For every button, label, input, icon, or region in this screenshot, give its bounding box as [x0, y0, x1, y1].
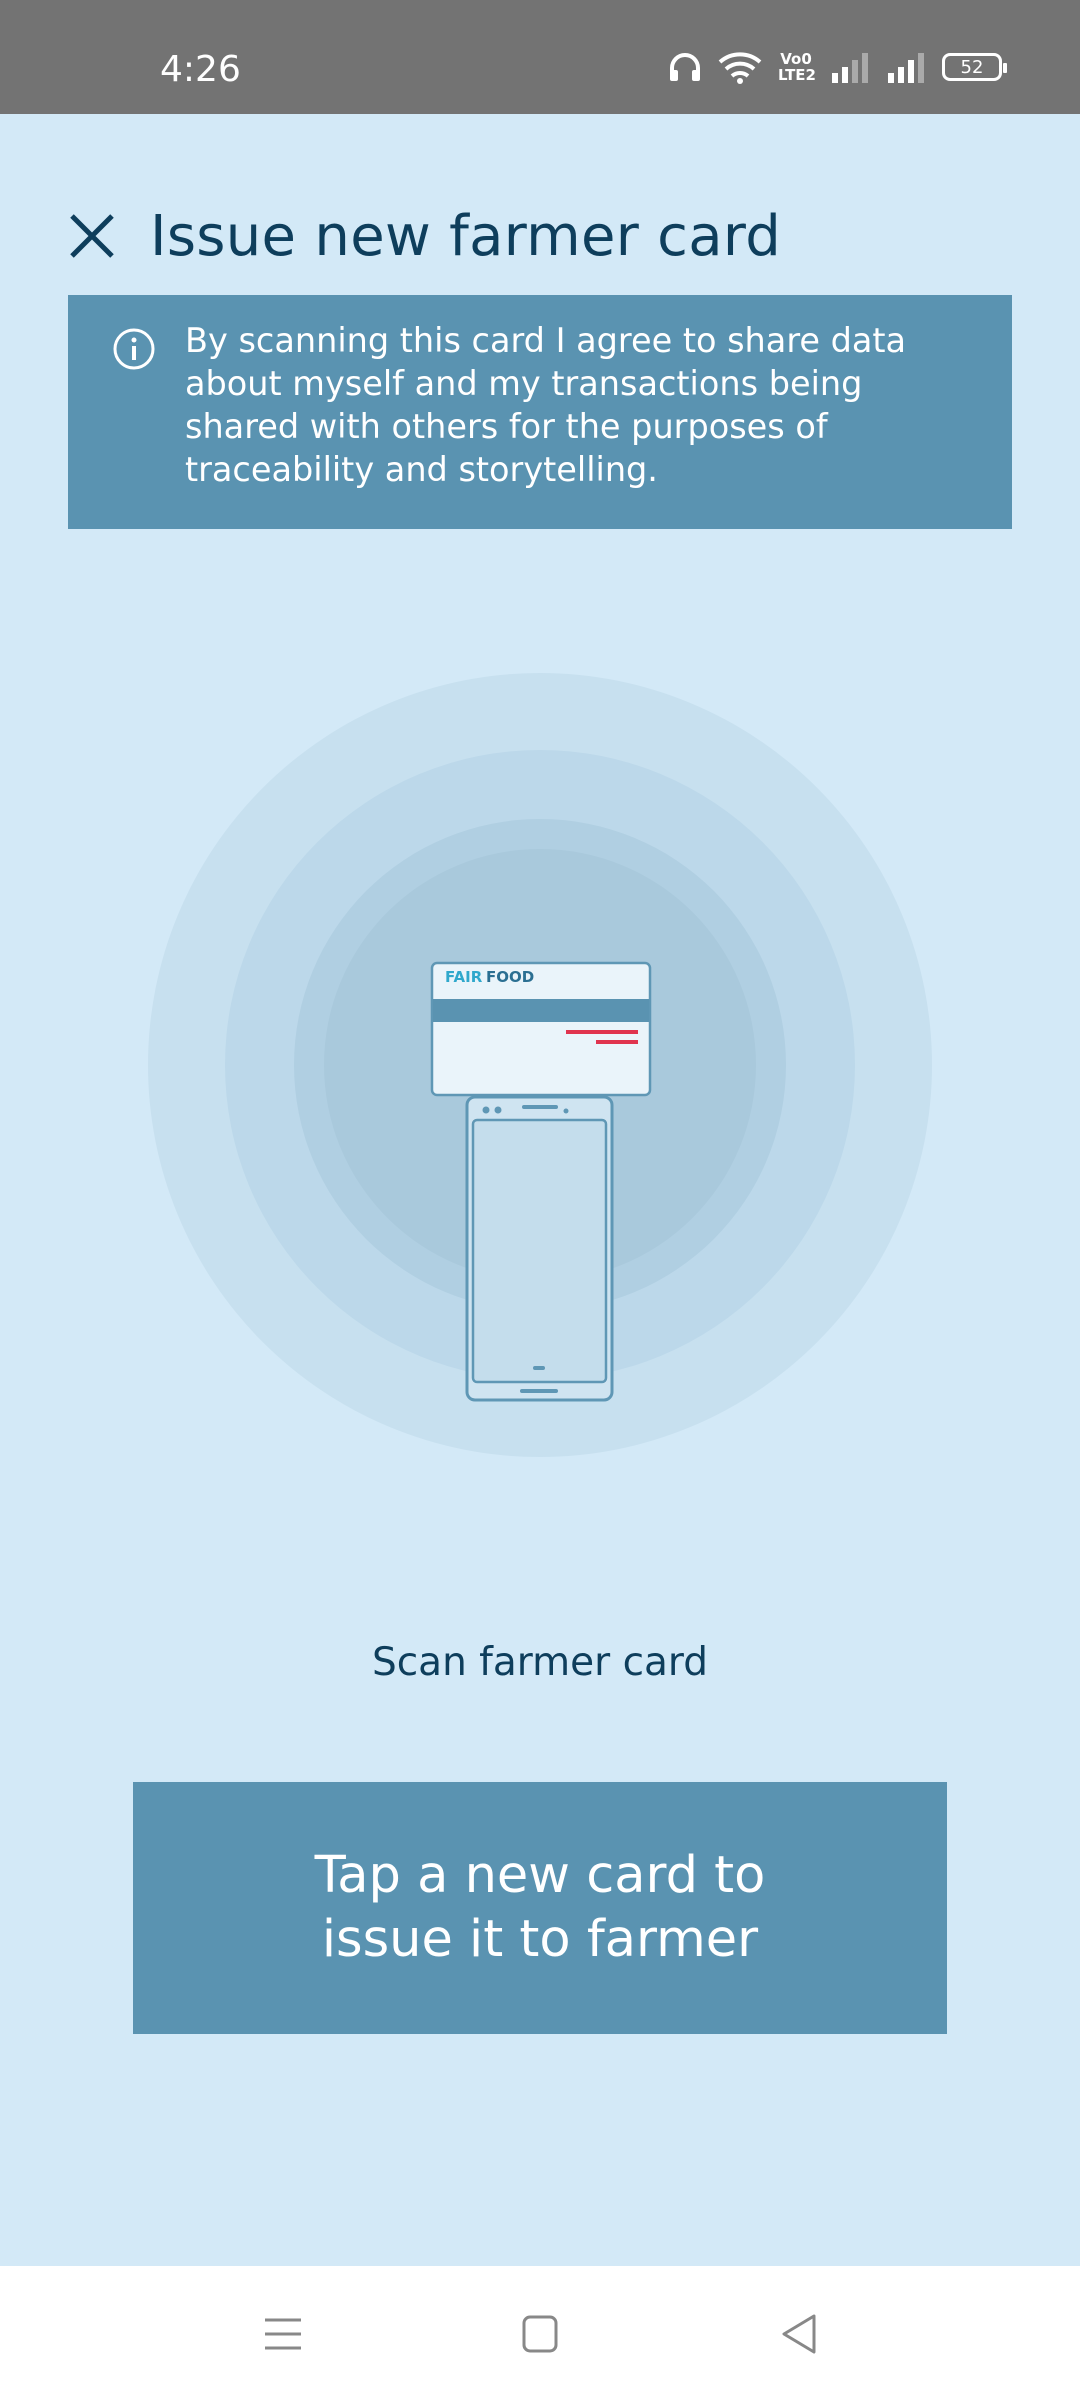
scan-illustration: FAIR FOOD — [0, 660, 1080, 1460]
signal-icon — [830, 51, 870, 83]
status-icons: Vo0 LTE2 52 — [668, 50, 1007, 84]
card-brand-left: FAIR — [445, 968, 483, 986]
battery-icon: 52 — [942, 53, 1007, 81]
battery-level: 52 — [960, 56, 984, 78]
close-icon[interactable] — [68, 212, 116, 260]
scan-label: Scan farmer card — [371, 1640, 709, 1685]
header: Issue new farmer card — [68, 196, 781, 276]
page-title: Issue new farmer card — [150, 203, 782, 269]
info-icon — [112, 327, 156, 371]
phone-graphic — [465, 1095, 614, 1402]
farmer-card-graphic: FAIR FOOD — [430, 961, 652, 1097]
issue-card-button-label: Tap a new card to issue it to farmer — [314, 1846, 766, 1969]
info-banner-text: By scanning this card I agree to share d… — [185, 321, 907, 489]
system-nav-bar — [0, 2266, 1080, 2400]
home-icon[interactable] — [510, 2308, 570, 2360]
info-banner: By scanning this card I agree to share d… — [68, 295, 1012, 529]
status-bar: 4:26 Vo0 LTE2 52 — [0, 0, 1080, 114]
signal-icon-2 — [886, 51, 926, 83]
menu-icon[interactable] — [253, 2308, 313, 2360]
wifi-icon — [718, 50, 762, 84]
back-icon[interactable] — [770, 2308, 830, 2360]
headphones-icon — [668, 52, 702, 82]
card-brand-right: FOOD — [486, 968, 534, 986]
issue-card-button[interactable]: Tap a new card to issue it to farmer — [133, 1782, 947, 2034]
volte-icon: Vo0 LTE2 — [778, 50, 816, 84]
status-time: 4:26 — [160, 49, 241, 90]
